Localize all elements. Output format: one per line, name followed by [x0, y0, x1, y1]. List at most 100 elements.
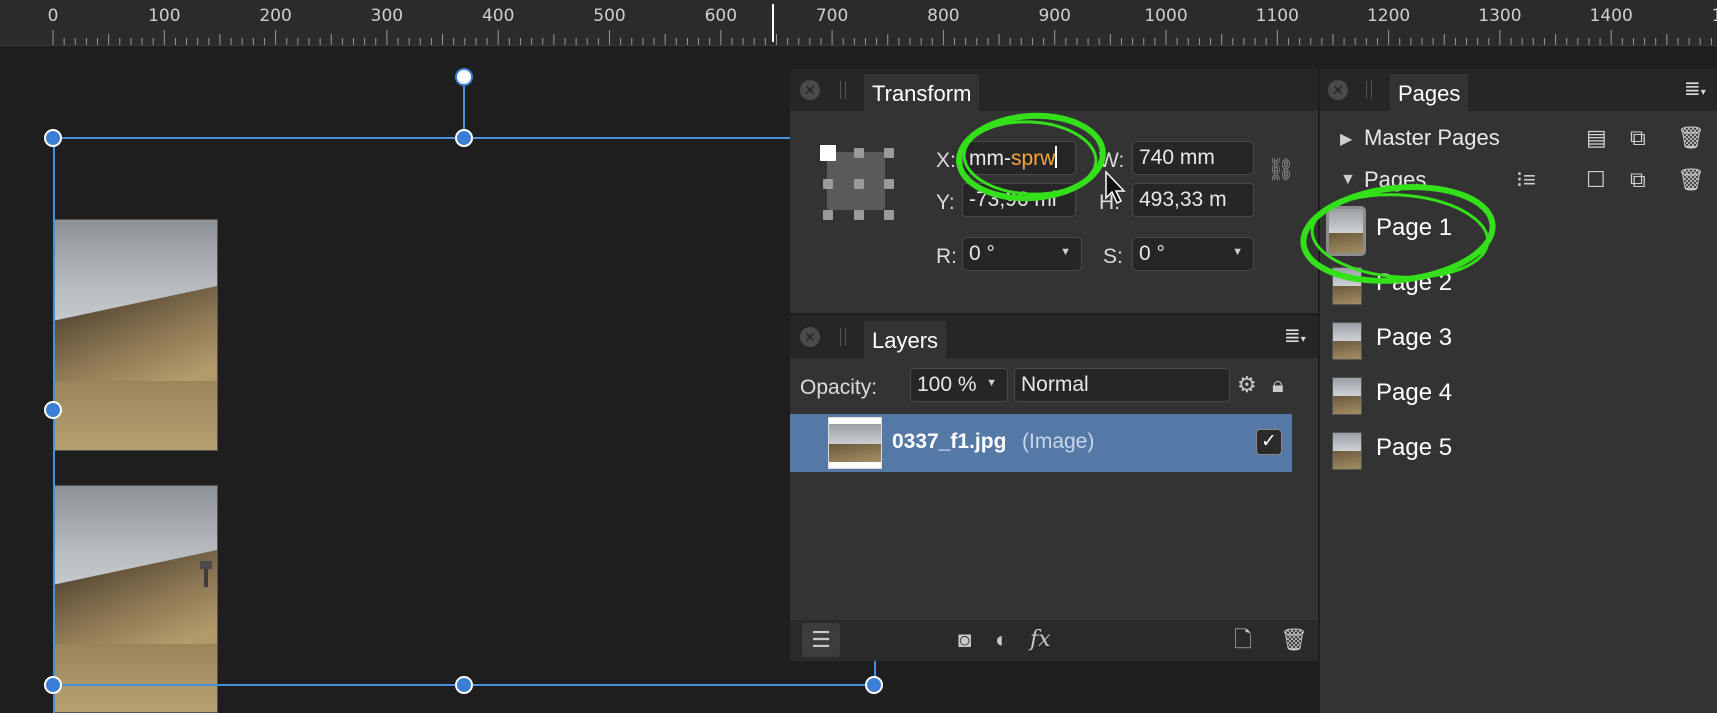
- page-label: Page 5: [1376, 434, 1453, 461]
- page-thumbnail: [1332, 322, 1362, 360]
- chevron-down-icon[interactable]: ▼: [986, 377, 997, 389]
- h-field[interactable]: 493,33 m: [1132, 183, 1254, 217]
- x-label: X:: [936, 149, 956, 172]
- page-item-4[interactable]: Page 4: [1320, 367, 1717, 422]
- page-thumbnail: [1332, 267, 1362, 305]
- page-item-2[interactable]: Page 2: [1320, 257, 1717, 312]
- rotation-stem: [463, 77, 465, 137]
- shear-value: 0 °: [1139, 242, 1165, 265]
- trash-icon[interactable]: 🗑: [1280, 628, 1308, 652]
- tab-transform[interactable]: Transform: [864, 74, 980, 111]
- pages-panel: ✕ Pages ≣▾ ▶ Master Pages ▤ ⧉ 🗑 ▼ Pages …: [1320, 69, 1717, 713]
- close-icon[interactable]: ✕: [800, 80, 820, 100]
- layer-visibility-checkbox[interactable]: ✓: [1256, 429, 1282, 455]
- opacity-value: 100 %: [917, 373, 977, 396]
- page-thumbnail: [1326, 206, 1366, 256]
- disclosure-triangle-icon[interactable]: ▼: [1340, 171, 1356, 189]
- resize-handle-bottom-left[interactable]: [44, 676, 62, 694]
- opacity-field[interactable]: 100 % ▼: [910, 368, 1008, 402]
- panel-menu-icon[interactable]: ≣▾: [1284, 326, 1306, 350]
- x-value-accent: sprw: [1010, 147, 1056, 170]
- page-icon[interactable]: ▤: [1586, 126, 1607, 150]
- horizontal-ruler[interactable]: 0 100 200 300 400 500 600 700 800 900 1000 1100 1200…: [0, 0, 1717, 46]
- rotation-handle[interactable]: [455, 68, 473, 86]
- w-field[interactable]: 740 mm: [1132, 141, 1254, 175]
- grip-icon[interactable]: [840, 81, 846, 99]
- page-label: Page 3: [1376, 324, 1453, 351]
- layers-tabbar: ✕ Layers ≣▾: [790, 316, 1318, 358]
- mask-icon[interactable]: ◙: [958, 628, 971, 652]
- blend-mode-field[interactable]: Normal: [1014, 368, 1230, 402]
- page-item-3[interactable]: Page 3: [1320, 312, 1717, 367]
- layer-type: (Image): [1022, 430, 1095, 453]
- pages-section-row[interactable]: ▼ Pages ⁝≡ ☐ ⧉ 🗑: [1320, 161, 1717, 201]
- canvas-photo-2[interactable]: [53, 485, 218, 713]
- page-item-5[interactable]: Page 5: [1320, 422, 1717, 477]
- gear-icon[interactable]: ⚙: [1237, 373, 1257, 397]
- rotation-field[interactable]: 0 ° ▼: [962, 237, 1082, 271]
- resize-handle-top-center[interactable]: [455, 129, 473, 147]
- ruler-label: 15: [1712, 6, 1717, 26]
- fx-icon[interactable]: fx: [1030, 628, 1051, 652]
- page-label: Page 4: [1376, 379, 1453, 406]
- ruler-label: 1200: [1366, 6, 1411, 26]
- trash-icon[interactable]: 🗑: [1677, 126, 1705, 150]
- resize-handle-middle-left[interactable]: [44, 401, 62, 419]
- layer-row[interactable]: 0337_f1.jpg (Image) ✓: [790, 414, 1292, 472]
- duplicate-icon[interactable]: ⧉: [1630, 168, 1646, 192]
- ruler-label: 1000: [1144, 6, 1188, 26]
- rotation-value: 0 °: [969, 242, 995, 265]
- page-label: Page 2: [1376, 269, 1453, 296]
- trash-icon[interactable]: 🗑: [1677, 168, 1705, 192]
- x-value-prefix: mm-: [969, 147, 1011, 170]
- anchor-point-selector[interactable]: [820, 145, 898, 223]
- page-label: Page 1: [1376, 214, 1453, 241]
- canvas-photo-1[interactable]: [53, 219, 218, 451]
- chain-link-icon[interactable]: ⛓: [1267, 157, 1295, 183]
- grip-icon[interactable]: [1366, 81, 1372, 99]
- chevron-down-icon[interactable]: ▼: [1060, 246, 1071, 258]
- resize-handle-bottom-right[interactable]: [865, 676, 883, 694]
- resize-handle-top-left[interactable]: [44, 129, 62, 147]
- lock-icon[interactable]: 🔒︎: [1272, 373, 1284, 397]
- insert-page-icon[interactable]: ⁝≡: [1516, 168, 1536, 192]
- master-pages-row[interactable]: ▶ Master Pages ▤ ⧉ 🗑: [1320, 119, 1717, 159]
- ruler-label: 300: [370, 6, 404, 26]
- pages-tabbar: ✕ Pages ≣▾: [1320, 69, 1717, 111]
- layers-panel: ✕ Layers ≣▾ Opacity: 100 % ▼ Normal ⚙ 🔒︎…: [790, 316, 1318, 661]
- layer-thumbnail: [828, 417, 882, 469]
- page-item-1[interactable]: Page 1: [1320, 202, 1717, 257]
- page-icon[interactable]: ☐: [1586, 168, 1606, 192]
- transform-tabbar: ✕ Transform: [790, 69, 1318, 111]
- ruler-label: 1400: [1589, 6, 1633, 26]
- y-field[interactable]: -73,96 ml: [962, 183, 1076, 217]
- ruler-label: 1100: [1255, 6, 1299, 26]
- x-field[interactable]: mm-sprw: [962, 141, 1076, 175]
- ruler-label: 700: [815, 6, 849, 26]
- chevron-down-icon[interactable]: ▼: [1232, 246, 1243, 258]
- close-icon[interactable]: ✕: [800, 327, 820, 347]
- ruler-ticks: [52, 4, 1712, 45]
- resize-handle-bottom-center[interactable]: [455, 676, 473, 694]
- r-label: R:: [936, 245, 957, 268]
- ruler-label: 500: [593, 6, 626, 26]
- shear-field[interactable]: 0 ° ▼: [1132, 237, 1254, 271]
- tab-layers[interactable]: Layers: [864, 321, 947, 358]
- layers-stack-icon[interactable]: ☰: [802, 623, 840, 657]
- opacity-label: Opacity:: [800, 376, 878, 399]
- panel-menu-icon[interactable]: ≣▾: [1684, 79, 1706, 103]
- disclosure-triangle-icon[interactable]: ▶: [1340, 129, 1352, 149]
- ruler-label: 100: [148, 6, 181, 26]
- duplicate-icon[interactable]: ⧉: [1630, 126, 1646, 150]
- adjustment-icon[interactable]: ◐: [995, 628, 1008, 652]
- close-icon[interactable]: ✕: [1328, 80, 1348, 100]
- page-thumbnail: [1332, 377, 1362, 415]
- pages-section-label: Pages: [1364, 167, 1427, 192]
- new-page-icon[interactable]: 🗋: [1234, 628, 1252, 652]
- ruler-label: 400: [481, 6, 515, 26]
- grip-icon[interactable]: [840, 328, 846, 346]
- mouse-pointer-icon: [1105, 170, 1126, 205]
- layer-name: 0337_f1.jpg: [892, 430, 1007, 453]
- tab-pages[interactable]: Pages: [1390, 74, 1469, 111]
- page-thumbnail: [1332, 432, 1362, 470]
